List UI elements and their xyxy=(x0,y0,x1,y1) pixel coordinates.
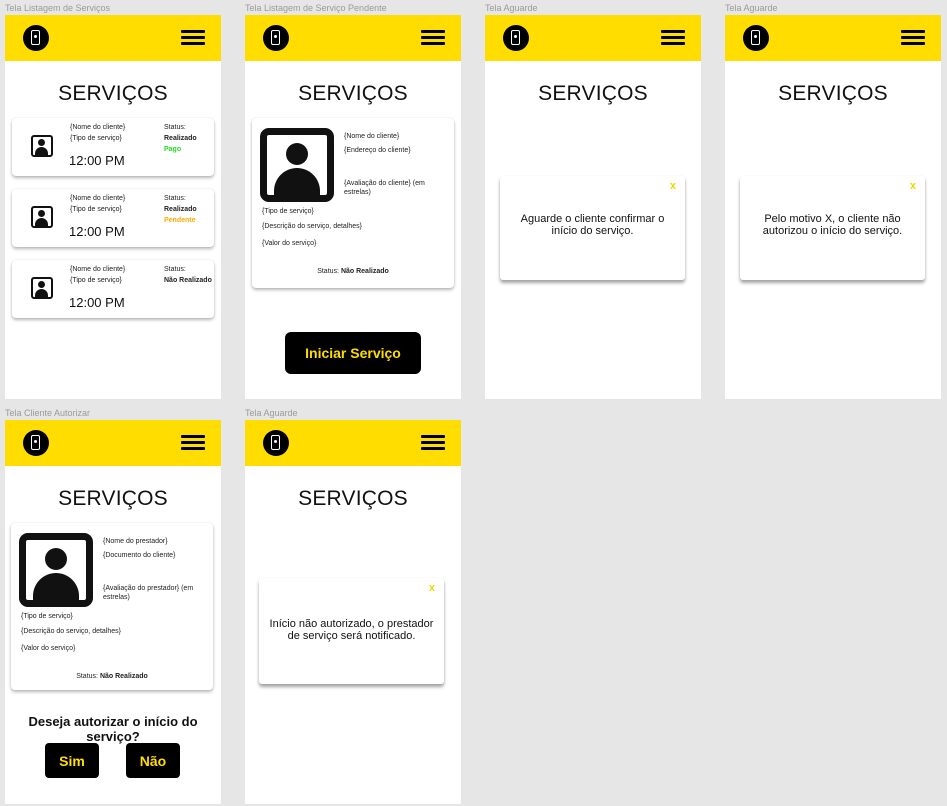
page-title: SERVIÇOS xyxy=(538,82,648,105)
app-logo-icon[interactable] xyxy=(23,25,49,51)
frame-label: Tela Aguarde xyxy=(245,408,298,418)
status-label: Status: xyxy=(164,266,186,273)
client-name: {Nome do cliente} xyxy=(70,195,126,202)
modal-message: Aguarde o cliente confirmar o início do … xyxy=(520,213,665,237)
frame-label: Tela Aguarde xyxy=(485,3,538,13)
client-document: {Documento do cliente} xyxy=(103,552,176,559)
service-detail-card: {Nome do cliente} {Endereço do cliente} … xyxy=(252,118,454,288)
status-line: Status: Não Realizado xyxy=(252,267,454,276)
avatar-icon xyxy=(19,533,93,607)
close-icon[interactable]: x xyxy=(910,180,916,192)
client-rating: {Avaliação do cliente} (em estrelas) xyxy=(344,180,425,196)
close-icon[interactable]: x xyxy=(429,582,435,594)
close-icon[interactable]: x xyxy=(670,180,676,192)
app-logo-icon[interactable] xyxy=(503,25,529,51)
screen-wait: SERVIÇOS x Aguarde o cliente confirmar o… xyxy=(485,15,701,399)
frame-label: Tela Listagem de Serviços xyxy=(5,3,111,13)
service-time: 12:00 PM xyxy=(69,295,125,310)
top-bar xyxy=(245,420,461,466)
status-label: Status: xyxy=(76,673,98,680)
wait-modal: x Pelo motivo X, o cliente não autorizou… xyxy=(740,176,925,280)
screen-wait: SERVIÇOS x Início não autorizado, o pres… xyxy=(245,420,461,804)
frame-label: Tela Cliente Autorizar xyxy=(5,408,91,418)
client-name: {Nome do cliente} xyxy=(70,124,126,131)
hamburger-menu-icon[interactable] xyxy=(421,435,445,450)
avatar-icon xyxy=(260,128,334,202)
top-bar xyxy=(485,15,701,61)
service-type: {Tipo de serviço} xyxy=(21,613,73,620)
service-time: 12:00 PM xyxy=(69,224,125,239)
page-title: SERVIÇOS xyxy=(58,82,168,105)
hamburger-menu-icon[interactable] xyxy=(181,30,205,45)
page-title: SERVIÇOS xyxy=(298,487,408,510)
status-label: Status: xyxy=(164,124,186,131)
payment-status: Pendente xyxy=(164,217,196,224)
app-logo-icon[interactable] xyxy=(23,430,49,456)
client-address: {Endereço do cliente} xyxy=(344,147,411,154)
frame-label: Tela Aguarde xyxy=(725,3,778,13)
app-logo-icon[interactable] xyxy=(743,25,769,51)
wait-modal: x Início não autorizado, o prestador de … xyxy=(259,578,444,684)
top-bar xyxy=(725,15,941,61)
payment-status: Pago xyxy=(164,146,182,153)
avatar-icon xyxy=(31,135,53,157)
hamburger-menu-icon[interactable] xyxy=(661,30,685,45)
page-title: SERVIÇOS xyxy=(298,82,408,105)
service-detail-card: {Nome do prestador} {Documento do client… xyxy=(11,523,213,690)
app-logo-icon[interactable] xyxy=(263,25,289,51)
avatar-icon xyxy=(31,206,53,228)
service-card[interactable]: {Nome do cliente} {Tipo de serviço} 12:0… xyxy=(12,260,214,318)
status-label: Status: xyxy=(164,195,186,202)
status-value: Não Realizado xyxy=(99,673,148,680)
service-time: 12:00 PM xyxy=(69,153,125,168)
frame-label: Tela Listagem de Serviço Pendente xyxy=(245,3,387,13)
top-bar xyxy=(5,15,221,61)
status-label: Status: xyxy=(317,268,339,275)
client-name: {Nome do cliente} xyxy=(70,266,126,273)
status-line: Status: Não Realizado xyxy=(11,672,213,681)
app-logo-icon[interactable] xyxy=(263,430,289,456)
no-button[interactable]: Não xyxy=(126,743,180,778)
status-value: Realizado xyxy=(164,135,197,142)
hamburger-menu-icon[interactable] xyxy=(421,30,445,45)
top-bar xyxy=(5,420,221,466)
service-card[interactable]: {Nome do cliente} {Tipo de serviço} 12:0… xyxy=(12,189,214,247)
start-service-button[interactable]: Iniciar Serviço xyxy=(285,332,421,374)
client-name: {Nome do cliente} xyxy=(344,133,400,140)
service-card[interactable]: {Nome do cliente} {Tipo de serviço} 12:0… xyxy=(12,118,214,176)
service-type: {Tipo de serviço} xyxy=(262,208,314,215)
provider-name: {Nome do prestador} xyxy=(103,538,168,545)
modal-message: Pelo motivo X, o cliente não autorizou o… xyxy=(762,213,903,237)
screen-wait: SERVIÇOS x Pelo motivo X, o cliente não … xyxy=(725,15,941,399)
service-type: {Tipo de serviço} xyxy=(70,277,122,284)
screen-service-list: SERVIÇOS {Nome do cliente} {Tipo de serv… xyxy=(5,15,221,399)
page-title: SERVIÇOS xyxy=(58,487,168,510)
service-value: {Valor do serviço} xyxy=(262,240,317,247)
modal-message: Início não autorizado, o prestador de se… xyxy=(269,618,434,642)
screen-pending-service: SERVIÇOS {Nome do cliente} {Endereço do … xyxy=(245,15,461,399)
provider-rating: {Avaliação do prestador} (em estrelas) xyxy=(103,585,194,601)
hamburger-menu-icon[interactable] xyxy=(901,30,925,45)
service-value: {Valor do serviço} xyxy=(21,645,76,652)
service-type: {Tipo de serviço} xyxy=(70,135,122,142)
authorize-question: Deseja autorizar o início do serviço? xyxy=(28,714,198,744)
avatar-icon xyxy=(31,277,53,299)
status-value: Não Realizado xyxy=(164,277,212,284)
yes-button[interactable]: Sim xyxy=(45,743,99,778)
status-value: Realizado xyxy=(164,206,197,213)
top-bar xyxy=(245,15,461,61)
service-type: {Tipo de serviço} xyxy=(70,206,122,213)
hamburger-menu-icon[interactable] xyxy=(181,435,205,450)
service-description: {Descrição do serviço, detalhes} xyxy=(21,628,121,635)
service-description: {Descrição do serviço, detalhes} xyxy=(262,223,362,230)
wait-modal: x Aguarde o cliente confirmar o início d… xyxy=(500,176,685,280)
status-value: Não Realizado xyxy=(340,268,389,275)
screen-client-authorize: SERVIÇOS {Nome do prestador} {Documento … xyxy=(5,420,221,804)
page-title: SERVIÇOS xyxy=(778,82,888,105)
